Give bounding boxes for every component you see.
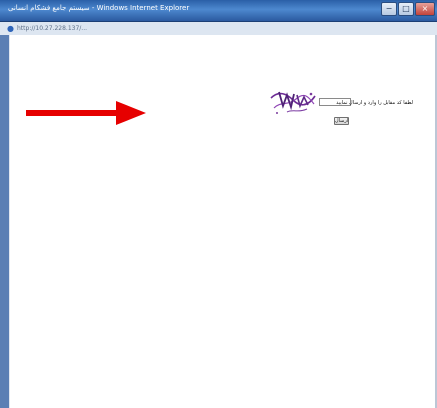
window-title: سیستم جامع فشكام انسانی - Windows Intern…: [8, 4, 190, 12]
ie-icon: ●: [7, 24, 14, 33]
close-button[interactable]: ×: [415, 2, 435, 16]
captcha-prompt-label: لطفا کد مقابل را وارد و ارسال نمایید: [336, 100, 413, 106]
page-viewport: [10, 35, 435, 408]
minimize-button[interactable]: −: [381, 2, 397, 16]
maximize-button[interactable]: □: [398, 2, 414, 16]
arrow-head: [116, 101, 146, 125]
window-titlebar[interactable]: سیستم جامع فشكام انسانی - Windows Intern…: [0, 0, 437, 22]
captcha-image: [270, 91, 316, 114]
arrow-shaft: [26, 110, 118, 116]
address-url[interactable]: http://10.27.228.137/...: [17, 24, 167, 33]
red-arrow-right-icon: [26, 101, 146, 125]
window-left-border: [0, 35, 10, 408]
submit-button[interactable]: ارسال: [334, 117, 349, 125]
window-controls: − □ ×: [381, 2, 435, 16]
